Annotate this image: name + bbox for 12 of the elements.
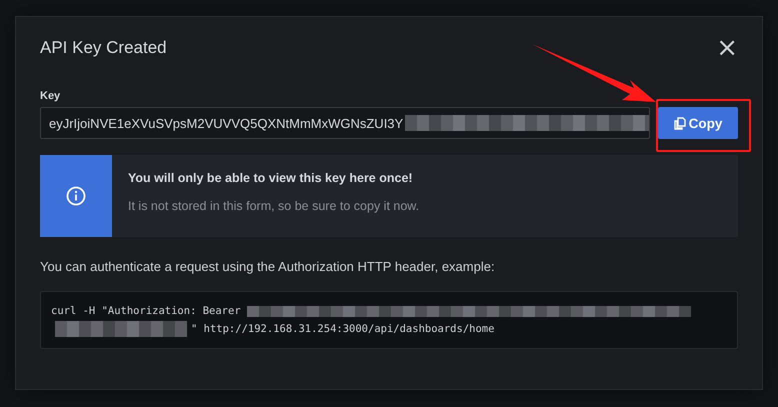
code-line: " http://192.168.31.254:3000/api/dashboards/home [191,323,494,335]
hint-text: You can authenticate a request using the Authorization HTTP header, example: [40,259,496,274]
alert-title: You will only be able to view this key here once! [128,171,414,185]
close-button[interactable]: × [714,37,740,59]
code-line: curl -H "Authorization: Bearer [51,305,242,317]
key-field[interactable]: eyJrIjoiNVE1eXVuSVpsM2VUVVQ5QXNtMmMxWGNsZUI3Y [40,107,650,139]
info-icon [66,186,86,206]
dialog-title: API Key Created [40,38,167,58]
alert-text: It is not stored in this form, so be sure to copy it now. [128,199,420,213]
field-label: Key [40,90,62,102]
copy-icon [674,116,686,130]
copy-button[interactable]: Copy [658,107,738,139]
